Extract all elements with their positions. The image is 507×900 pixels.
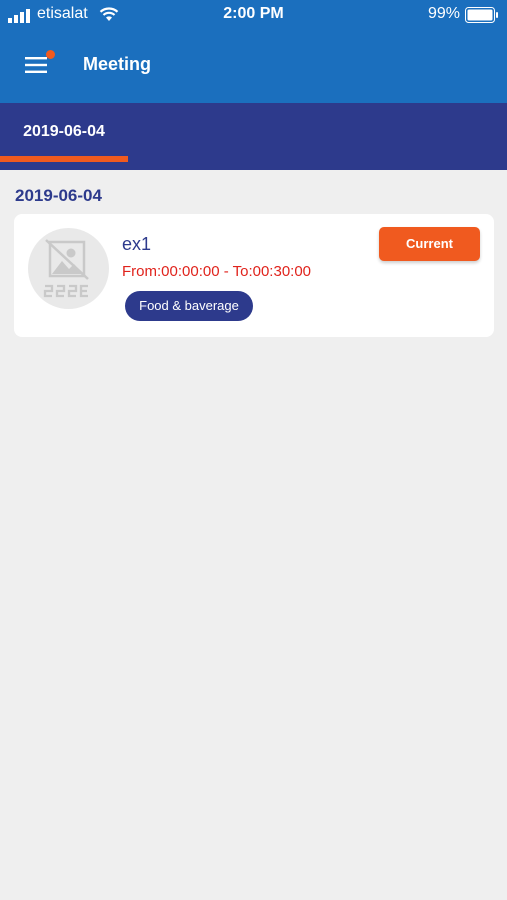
tab-active-indicator	[0, 156, 128, 162]
meeting-thumbnail	[28, 228, 109, 309]
header: etisalat 2:00 PM 99% Meeting	[0, 0, 507, 103]
category-tag[interactable]: Food & baverage	[125, 291, 253, 321]
tab-label: 2019-06-04	[23, 123, 105, 140]
page-title: Meeting	[83, 54, 152, 74]
image-placeholder-icon	[43, 239, 89, 298]
meeting-title: ex1	[122, 234, 152, 254]
date-tab-bar: 2019-06-04	[0, 103, 507, 170]
meeting-card[interactable]: ex1 From:00:00:00 - To:00:30:00 Food & b…	[14, 214, 494, 337]
status-bar: etisalat 2:00 PM 99%	[0, 0, 507, 30]
notification-dot	[46, 50, 55, 59]
app-bar: Meeting	[0, 30, 507, 103]
tab-date[interactable]: 2019-06-04	[0, 103, 128, 170]
menu-button[interactable]	[22, 48, 58, 84]
battery-icon	[465, 7, 498, 23]
current-status-button[interactable]: Current	[379, 227, 480, 261]
battery-percent: 99%	[427, 5, 460, 22]
section-date-heading: 2019-06-04	[15, 186, 102, 205]
hamburger-menu-icon	[25, 57, 47, 73]
meeting-time: From:00:00:00 - To:00:30:00	[122, 263, 312, 280]
